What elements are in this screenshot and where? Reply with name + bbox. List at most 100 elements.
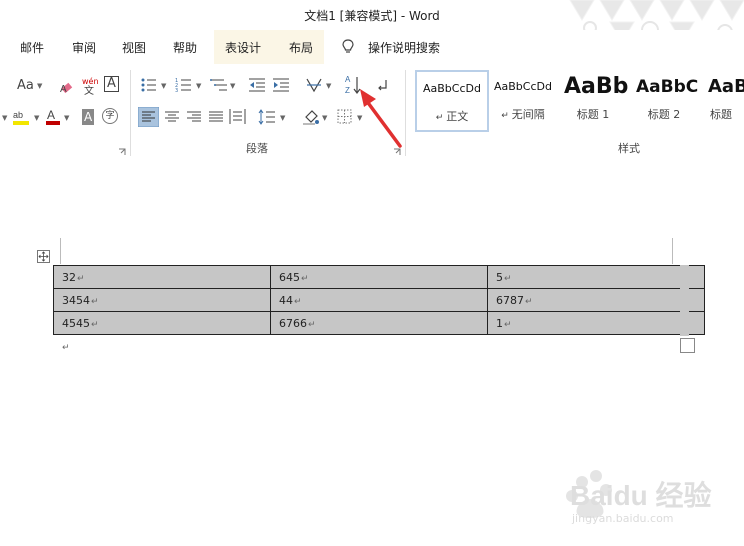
- chevron-down-icon[interactable]: ▼: [2, 114, 7, 122]
- svg-text:A: A: [60, 84, 67, 94]
- justify-icon[interactable]: [208, 109, 224, 125]
- tab-table-design[interactable]: 表设计: [225, 39, 261, 56]
- chevron-down-icon[interactable]: ▼: [322, 114, 327, 122]
- chevron-down-icon[interactable]: ▼: [196, 82, 201, 90]
- table-row[interactable]: 4545↵ 6766↵ 1↵: [53, 311, 705, 335]
- align-left-icon[interactable]: [138, 107, 159, 127]
- table-cell[interactable]: 4545↵: [53, 311, 271, 335]
- cell-value: 5: [496, 270, 503, 284]
- table-cell[interactable]: 5↵: [487, 265, 705, 289]
- increase-indent-icon[interactable]: [272, 77, 290, 93]
- ribbon: Aa ▼ A wén 文 A ▼ ab ▼ A ▼ A 字 ▼ 123 ▼ ▼: [0, 64, 744, 161]
- paragraph-group-label: 段落: [246, 142, 268, 155]
- cell-value: 32: [62, 270, 76, 284]
- style-sample: AaBb: [564, 74, 629, 99]
- character-shading-button[interactable]: A: [82, 109, 95, 125]
- table-cell[interactable]: 6766↵: [270, 311, 488, 335]
- chevron-down-icon[interactable]: ▼: [230, 82, 235, 90]
- row-end-selection: [680, 265, 689, 336]
- distributed-icon[interactable]: [229, 108, 247, 126]
- table-row[interactable]: 32↵ 645↵ 5↵: [53, 265, 705, 289]
- chinese-layout-icon[interactable]: [304, 76, 324, 94]
- style-no-spacing[interactable]: AaBbCcDd ↵ 无间隔: [489, 70, 557, 128]
- cell-value: 4545: [62, 316, 90, 330]
- data-table[interactable]: 32↵ 645↵ 5↵ 3454↵ 44↵ 6787↵ 4545↵ 6766↵ 1↵: [53, 265, 705, 335]
- table-row[interactable]: 3454↵ 44↵ 6787↵: [53, 288, 705, 312]
- chevron-down-icon[interactable]: ▼: [280, 114, 285, 122]
- lightbulb-icon: [342, 39, 354, 53]
- chevron-down-icon[interactable]: ▼: [357, 114, 362, 122]
- style-heading-2[interactable]: AaBbC 标题 2: [632, 70, 698, 128]
- table-cell[interactable]: 1↵: [487, 311, 705, 335]
- dialog-launcher-icon[interactable]: [393, 148, 401, 156]
- character-border-button[interactable]: A: [104, 76, 119, 92]
- chevron-down-icon[interactable]: ▼: [326, 82, 331, 90]
- cell-end-mark: ↵: [525, 296, 533, 307]
- cell-end-mark: ↵: [77, 273, 85, 284]
- highlighter-icon[interactable]: ab: [12, 108, 32, 126]
- font-color-icon[interactable]: A: [45, 108, 61, 126]
- change-case-button[interactable]: Aa: [17, 78, 34, 94]
- table-cell[interactable]: 44↵: [270, 288, 488, 312]
- style-sample: AaBbCcDd: [423, 82, 481, 95]
- chevron-down-icon[interactable]: ▼: [34, 114, 39, 122]
- paragraph-mark: ↵: [62, 343, 70, 353]
- align-center-icon[interactable]: [164, 109, 180, 125]
- phonetic-guide-button[interactable]: 文: [84, 84, 94, 100]
- bullets-icon[interactable]: [140, 77, 158, 93]
- baidu-watermark: Baidu 经验 jingyan.baidu.com: [560, 462, 740, 542]
- cell-value: 6787: [496, 293, 524, 307]
- style-name: 标题: [710, 108, 732, 121]
- style-heading-1[interactable]: AaBb 标题 1: [560, 70, 628, 128]
- style-name: 标题 2: [647, 108, 681, 121]
- dialog-launcher-icon[interactable]: [118, 148, 126, 156]
- cell-end-mark: ↵: [91, 296, 99, 307]
- chevron-down-icon[interactable]: ▼: [64, 114, 69, 122]
- chevron-down-icon[interactable]: ▼: [37, 82, 42, 90]
- cell-value: 3454: [62, 293, 90, 307]
- line-spacing-icon[interactable]: [258, 108, 276, 126]
- margin-mark: [672, 238, 673, 264]
- align-right-icon[interactable]: [186, 109, 202, 125]
- cell-end-mark: ↵: [504, 273, 512, 284]
- table-cell[interactable]: 3454↵: [53, 288, 271, 312]
- tab-layout[interactable]: 布局: [289, 39, 313, 56]
- sort-icon[interactable]: A Z: [344, 74, 362, 96]
- svg-text:A: A: [345, 75, 351, 84]
- group-separator: [405, 70, 406, 156]
- title-bar: 文档1 [兼容模式] - Word: [0, 0, 744, 43]
- cell-value: 44: [279, 293, 293, 307]
- tab-review[interactable]: 审阅: [72, 39, 96, 56]
- margin-mark: [60, 238, 61, 264]
- svg-text:A: A: [47, 108, 55, 122]
- table-cell[interactable]: 32↵: [53, 265, 271, 289]
- svg-text:ab: ab: [13, 110, 23, 120]
- table-cell[interactable]: 645↵: [270, 265, 488, 289]
- chevron-down-icon[interactable]: ▼: [161, 82, 166, 90]
- decrease-indent-icon[interactable]: [248, 77, 266, 93]
- show-paragraph-marks-icon[interactable]: [376, 78, 390, 92]
- style-title[interactable]: AaB 标题: [704, 70, 744, 128]
- shading-icon[interactable]: [302, 108, 320, 126]
- borders-icon[interactable]: [337, 109, 352, 124]
- svg-text:Z: Z: [345, 86, 350, 95]
- clear-formatting-icon[interactable]: A: [60, 78, 76, 94]
- table-resize-handle[interactable]: [680, 338, 695, 353]
- cell-end-mark: ↵: [91, 319, 99, 330]
- numbering-icon[interactable]: 123: [175, 77, 193, 93]
- tab-mailings[interactable]: 邮件: [20, 39, 44, 56]
- style-sample: AaBbC: [636, 77, 699, 97]
- cell-value: 6766: [279, 316, 307, 330]
- multilevel-list-icon[interactable]: [210, 77, 228, 93]
- tell-me-search[interactable]: 操作说明搜索: [368, 39, 440, 56]
- tab-view[interactable]: 视图: [122, 39, 146, 56]
- tab-help[interactable]: 帮助: [173, 39, 197, 56]
- enclose-characters-button[interactable]: 字: [102, 108, 118, 124]
- ribbon-tab-bar: 邮件 审阅 视图 帮助 表设计 布局 操作说明搜索: [0, 30, 744, 64]
- style-normal[interactable]: AaBbCcDd ↵ 正文: [415, 70, 489, 132]
- table-cell[interactable]: 6787↵: [487, 288, 705, 312]
- cell-value: 645: [279, 270, 300, 284]
- style-name: ↵ 正文: [435, 110, 469, 123]
- table-move-handle-icon[interactable]: [37, 250, 50, 263]
- style-name: ↵ 无间隔: [501, 108, 545, 121]
